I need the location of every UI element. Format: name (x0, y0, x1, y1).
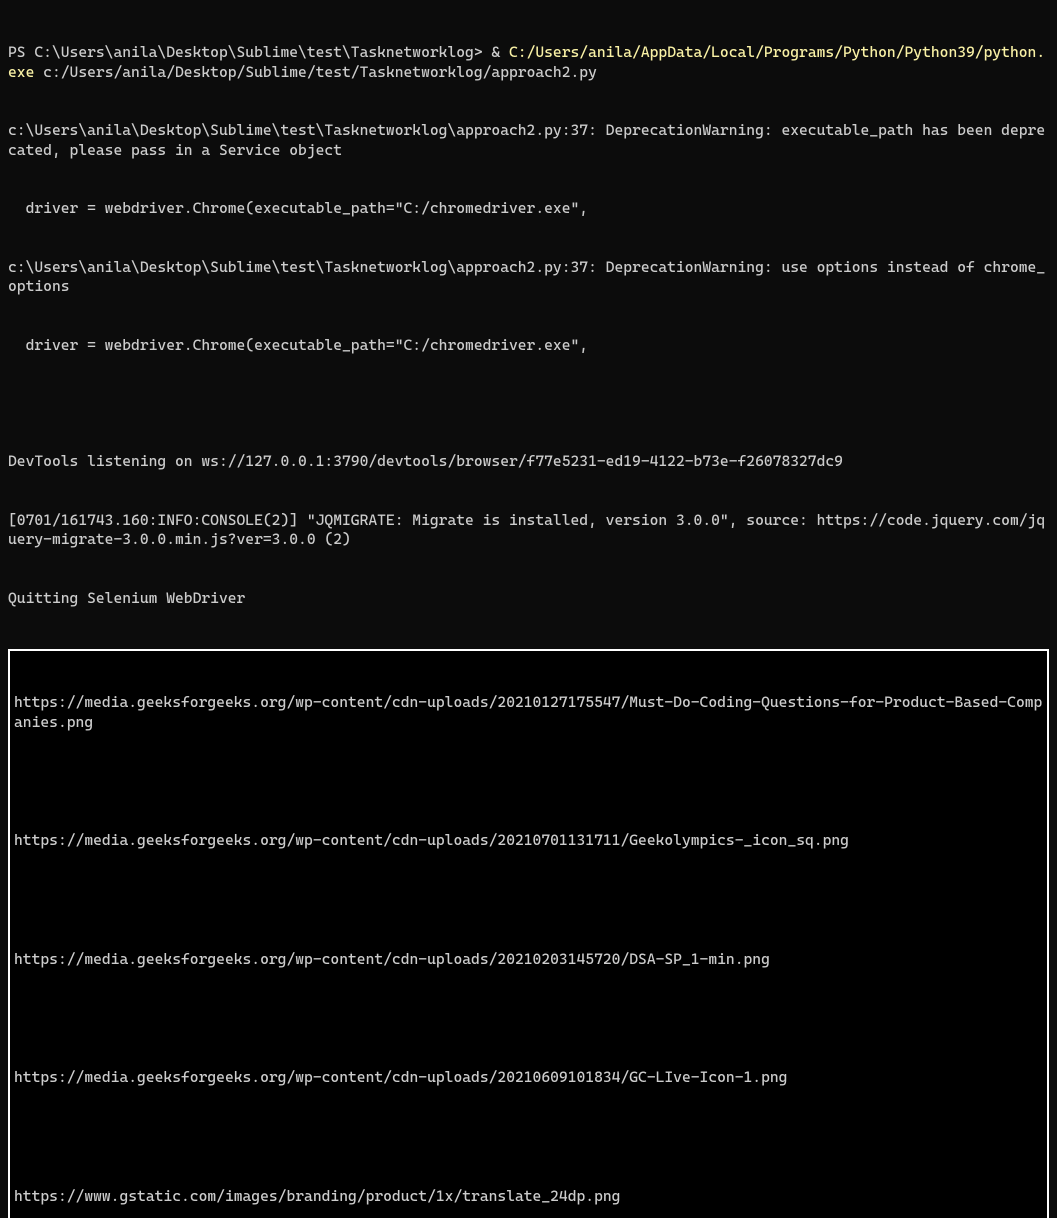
output-line: c:\Users\anila\Desktop\Sublime\test\Task… (8, 121, 1049, 160)
ampersand: & (491, 43, 509, 61)
url-output: https://media.geeksforgeeks.org/wp-conte… (14, 830, 1043, 852)
output-line: driver = webdriver.Chrome(executable_pat… (8, 199, 1049, 219)
prompt-prefix: PS C:\Users\anila\Desktop\Sublime\test\T… (8, 43, 491, 61)
command-line: PS C:\Users\anila\Desktop\Sublime\test\T… (8, 43, 1049, 82)
output-line: c:\Users\anila\Desktop\Sublime\test\Task… (8, 258, 1049, 297)
terminal-output[interactable]: PS C:\Users\anila\Desktop\Sublime\test\T… (8, 4, 1049, 1218)
blank-line (14, 772, 1043, 791)
url-output: https://www.gstatic.com/images/branding/… (14, 1186, 1043, 1208)
blank-line (14, 1128, 1043, 1147)
output-line: Quitting Selenium WebDriver (8, 589, 1049, 609)
url-output: https://media.geeksforgeeks.org/wp-conte… (14, 1067, 1043, 1089)
blank-line (14, 891, 1043, 910)
highlighted-output-section: https://media.geeksforgeeks.org/wp-conte… (8, 649, 1049, 1218)
url-output: https://media.geeksforgeeks.org/wp-conte… (14, 692, 1043, 733)
output-blank-line (8, 394, 1049, 413)
script-path: c:/Users/anila/Desktop/Sublime/test/Task… (34, 63, 597, 81)
output-line: [0701/161743.160:INFO:CONSOLE(2)] "JQMIG… (8, 511, 1049, 550)
output-line: driver = webdriver.Chrome(executable_pat… (8, 336, 1049, 356)
url-output: https://media.geeksforgeeks.org/wp-conte… (14, 949, 1043, 971)
output-line: DevTools listening on ws://127.0.0.1:379… (8, 452, 1049, 472)
blank-line (14, 1009, 1043, 1028)
